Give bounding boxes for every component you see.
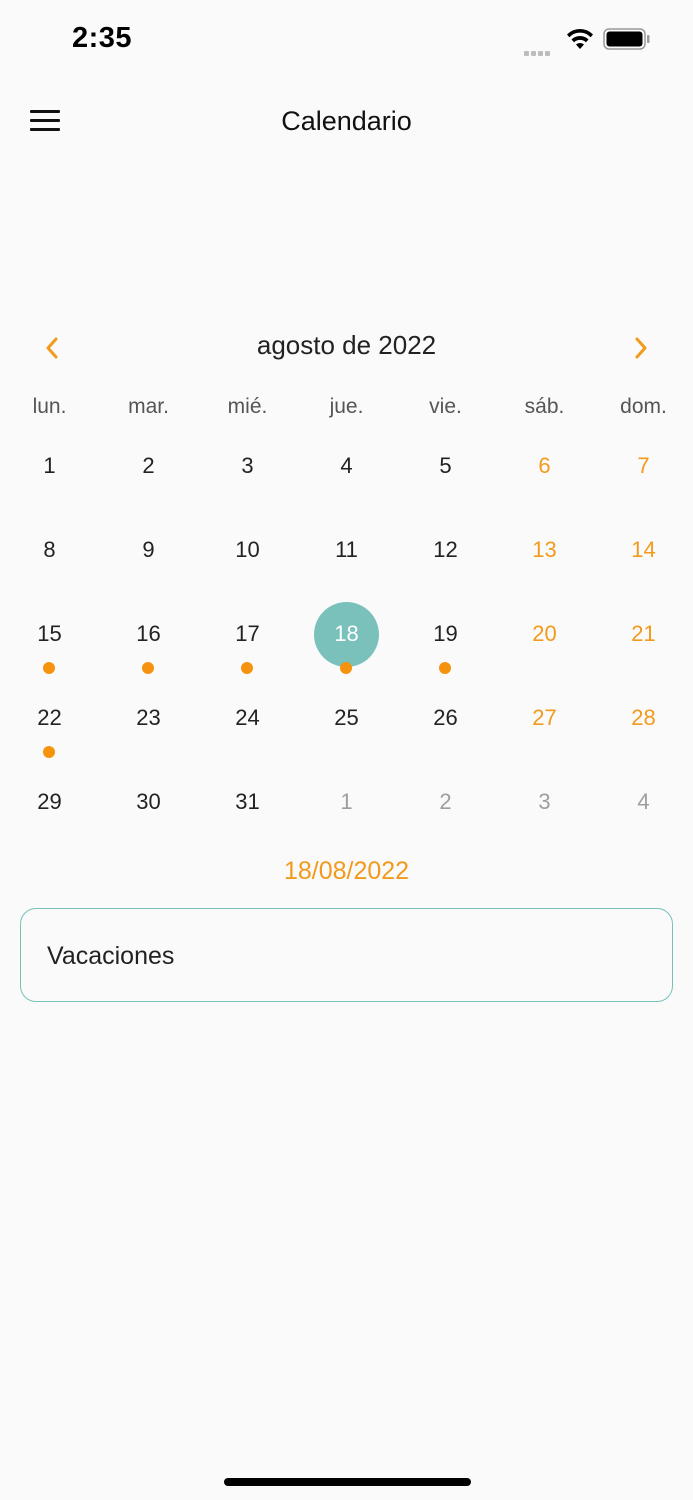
day-number: 11: [335, 537, 358, 562]
page-title: Calendario: [281, 106, 412, 136]
day-cell[interactable]: 5: [396, 451, 495, 535]
event-dot-icon: [142, 662, 154, 674]
event-dot-icon: [439, 662, 451, 674]
battery-icon: [603, 28, 650, 50]
day-number: 22: [37, 705, 62, 730]
day-number: 3: [538, 789, 551, 814]
day-cell[interactable]: 27: [495, 703, 594, 787]
calendar-header: agosto de 2022: [0, 320, 693, 372]
day-number: 30: [136, 789, 161, 814]
day-cell[interactable]: 15: [0, 619, 99, 703]
day-cell[interactable]: 24: [198, 703, 297, 787]
day-cell[interactable]: 8: [0, 535, 99, 619]
selected-date-label: 18/08/2022: [283, 857, 410, 885]
day-cell[interactable]: 13: [495, 535, 594, 619]
day-number: 9: [142, 537, 155, 562]
weekday-label: jue.: [329, 395, 364, 418]
day-cell[interactable]: 1: [0, 451, 99, 535]
day-number: 27: [532, 705, 557, 730]
day-number: 5: [439, 453, 452, 478]
calendar-screen: 2:35 Calendario agosto de 2022 lun. mar.…: [0, 0, 693, 1500]
weekday-label: lun.: [32, 395, 67, 418]
day-number: 20: [532, 621, 557, 646]
day-cell[interactable]: 9: [99, 535, 198, 619]
day-number: 1: [43, 453, 56, 478]
day-number: 29: [37, 789, 62, 814]
day-cell[interactable]: 2: [99, 451, 198, 535]
day-number: 14: [631, 537, 656, 562]
event-title: Vacaciones: [47, 942, 175, 970]
weekday-label: mar.: [128, 395, 169, 418]
app-bar: Calendario: [0, 80, 693, 164]
day-cell[interactable]: 22: [0, 703, 99, 787]
day-number: 24: [235, 705, 260, 730]
day-number: 6: [538, 453, 551, 478]
day-number: 12: [433, 537, 458, 562]
day-cell[interactable]: 17: [198, 619, 297, 703]
day-number: 31: [235, 789, 260, 814]
day-number: 2: [142, 453, 155, 478]
weekday-label: vie.: [429, 395, 462, 418]
day-number: 19: [433, 621, 458, 646]
event-dot-icon: [340, 662, 352, 674]
day-number: 1: [340, 789, 353, 814]
day-cell[interactable]: 6: [495, 451, 594, 535]
day-cell[interactable]: 20: [495, 619, 594, 703]
day-number: 3: [241, 453, 254, 478]
day-number: 10: [235, 537, 260, 562]
cellular-signal-icon: [524, 43, 552, 61]
day-number: 28: [631, 705, 656, 730]
day-number: 2: [439, 789, 452, 814]
day-number: 8: [43, 537, 56, 562]
event-dot-icon: [241, 662, 253, 674]
status-time: 2:35: [72, 22, 133, 54]
day-cell[interactable]: 3: [198, 451, 297, 535]
day-number: 23: [136, 705, 161, 730]
day-number: 26: [433, 705, 458, 730]
day-cell[interactable]: 19: [396, 619, 495, 703]
day-cell[interactable]: 14: [594, 535, 693, 619]
day-number: 17: [235, 621, 260, 646]
day-number: 21: [631, 621, 656, 646]
day-number: 25: [334, 705, 359, 730]
day-cell-selected[interactable]: 18: [297, 602, 396, 703]
day-cell[interactable]: 28: [594, 703, 693, 787]
day-cell[interactable]: 25: [297, 703, 396, 787]
day-cell[interactable]: 12: [396, 535, 495, 619]
day-cell[interactable]: 7: [594, 451, 693, 535]
day-number: 13: [532, 537, 557, 562]
month-title: agosto de 2022: [256, 330, 437, 360]
weekday-label: mié.: [227, 395, 268, 418]
weekday-label: dom.: [620, 395, 667, 418]
day-number: 4: [637, 789, 650, 814]
next-month-button[interactable]: [621, 328, 661, 368]
day-number: 7: [637, 453, 650, 478]
event-card[interactable]: Vacaciones: [20, 908, 673, 1002]
day-cell[interactable]: 10: [198, 535, 297, 619]
home-indicator: [224, 1478, 471, 1486]
day-number: 16: [136, 621, 161, 646]
weekday-label: sáb.: [524, 395, 565, 418]
day-cell[interactable]: 21: [594, 619, 693, 703]
day-cell[interactable]: 4: [297, 451, 396, 535]
chevron-right-icon: [635, 337, 647, 359]
wifi-icon: [567, 28, 593, 49]
day-cell[interactable]: 26: [396, 703, 495, 787]
day-number: 15: [37, 621, 62, 646]
event-dot-icon: [43, 746, 55, 758]
status-bar: 2:35: [0, 0, 693, 80]
day-number: 4: [340, 453, 353, 478]
day-cell[interactable]: 23: [99, 703, 198, 787]
event-dot-icon: [43, 662, 55, 674]
weekday-row: lun. mar. mié. jue. vie. sáb. dom.: [0, 395, 693, 425]
day-number: 18: [334, 621, 359, 646]
day-cell[interactable]: 16: [99, 619, 198, 703]
